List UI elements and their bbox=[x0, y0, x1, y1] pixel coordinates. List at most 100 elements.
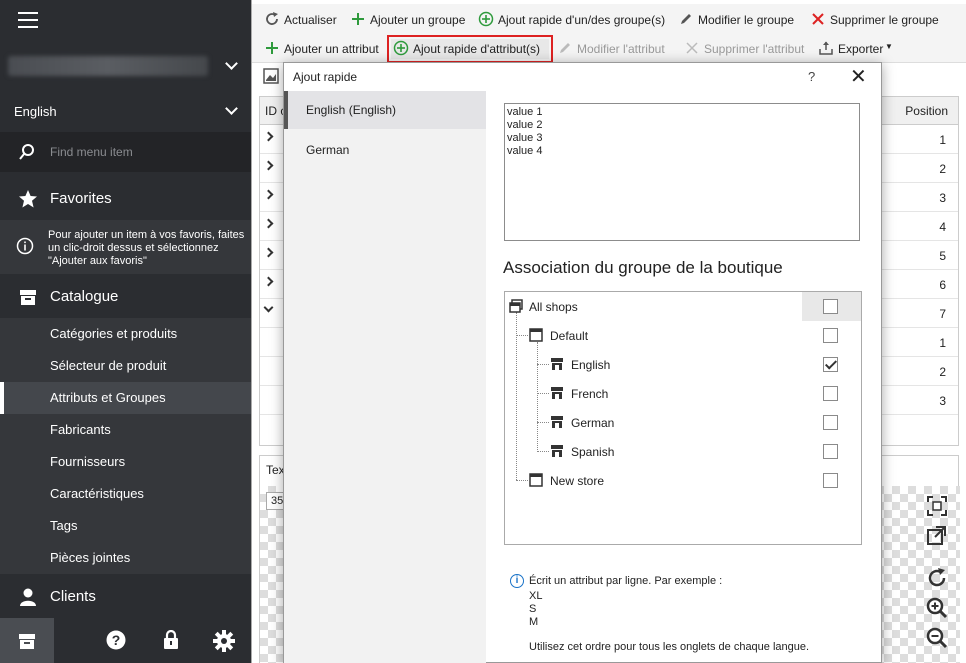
delete-attribute-button[interactable]: Supprimer l'attribut bbox=[682, 39, 812, 59]
chevron-down-icon bbox=[225, 102, 238, 115]
edit-group-button[interactable]: Modifier le groupe bbox=[676, 10, 806, 30]
sidebar-item-label: Catégories et produits bbox=[50, 326, 178, 341]
shop-icon bbox=[551, 416, 563, 428]
search-input[interactable]: Find menu item bbox=[50, 145, 133, 159]
sidebar-item-features[interactable]: Caractéristiques bbox=[0, 478, 251, 510]
tree-node-french[interactable]: French bbox=[505, 379, 861, 408]
dialog-help-button[interactable]: ? bbox=[808, 69, 815, 84]
tree-node-spanish[interactable]: Spanish bbox=[505, 437, 861, 466]
delete-group-button[interactable]: Supprimer le groupe bbox=[808, 10, 948, 30]
shop-icon bbox=[551, 387, 563, 399]
sidebar-item-attachments[interactable]: Pièces jointes bbox=[0, 542, 251, 574]
sidebar-favorites[interactable]: Favorites bbox=[0, 178, 251, 220]
hamburger-menu-icon[interactable] bbox=[18, 12, 38, 28]
tree-node-new-store[interactable]: New store bbox=[505, 466, 861, 495]
sidebar-catalog[interactable]: Catalogue bbox=[0, 276, 251, 318]
dialog-close-button[interactable]: ✕ bbox=[850, 64, 867, 89]
zoom-out-icon[interactable] bbox=[925, 626, 949, 650]
sidebar-item-product-selector[interactable]: Sélecteur de produit bbox=[0, 350, 251, 382]
image-icon[interactable] bbox=[263, 68, 279, 84]
lock-icon bbox=[164, 630, 178, 649]
expand-chevron-icon[interactable] bbox=[263, 131, 274, 142]
checkbox-french[interactable] bbox=[823, 386, 838, 401]
expand-chevron-icon[interactable] bbox=[263, 218, 274, 229]
sidebar-item-suppliers[interactable]: Fournisseurs bbox=[0, 446, 251, 478]
chevron-down-icon bbox=[225, 57, 238, 70]
fit-screen-icon[interactable] bbox=[925, 494, 949, 518]
settings-button[interactable] bbox=[197, 618, 251, 663]
quick-add-group-button[interactable]: Ajout rapide d'un/des groupe(s) bbox=[476, 10, 672, 30]
row-position: 2 bbox=[939, 365, 946, 379]
delete-attribute-label: Supprimer l'attribut bbox=[704, 42, 805, 56]
row-position: 5 bbox=[939, 249, 946, 263]
values-textarea[interactable]: value 1 value 2 value 3 value 4 bbox=[504, 103, 860, 241]
row-position: 1 bbox=[939, 133, 946, 147]
export-button[interactable]: Exporter ▼ bbox=[816, 39, 896, 59]
info-icon bbox=[16, 237, 34, 255]
sidebar-item-label: Attributs et Groupes bbox=[50, 390, 166, 405]
toolbar-groups: Actualiser Ajouter un groupe Ajout rapid… bbox=[252, 4, 966, 34]
checkbox-all-shops[interactable] bbox=[823, 299, 838, 314]
store-icon bbox=[19, 634, 35, 649]
tree-node-default[interactable]: Default bbox=[505, 321, 861, 350]
dropdown-arrow-icon: ▼ bbox=[885, 42, 893, 51]
checkbox-default[interactable] bbox=[823, 328, 838, 343]
tree-node-english[interactable]: English bbox=[505, 350, 861, 379]
favorites-tip: Pour ajouter un item à vos favoris, fait… bbox=[0, 220, 251, 274]
tab-label: English (English) bbox=[306, 103, 397, 117]
info-icon: i bbox=[510, 574, 524, 588]
store-button[interactable] bbox=[0, 618, 54, 663]
checkbox-english[interactable] bbox=[823, 357, 838, 372]
checkbox-new-store[interactable] bbox=[823, 473, 838, 488]
tab-label: German bbox=[306, 143, 350, 157]
refresh-label: Actualiser bbox=[284, 13, 337, 27]
tab-language-german[interactable]: German bbox=[284, 131, 486, 169]
dialog-titlebar: Ajout rapide ? ✕ bbox=[284, 63, 881, 91]
checkbox-spanish[interactable] bbox=[823, 444, 838, 459]
export-icon bbox=[819, 41, 833, 55]
expand-chevron-icon[interactable] bbox=[263, 247, 274, 258]
tree-node-label: German bbox=[571, 416, 615, 430]
expand-chevron-icon[interactable] bbox=[263, 276, 274, 287]
edit-attribute-button[interactable]: Modifier l'attribut bbox=[555, 39, 677, 59]
add-attribute-button[interactable]: Ajouter un attribut bbox=[262, 39, 384, 59]
tree-node-all-shops[interactable]: All shops bbox=[505, 292, 861, 321]
sidebar-item-tags[interactable]: Tags bbox=[0, 510, 251, 542]
help-example: M bbox=[529, 616, 539, 628]
refresh-button[interactable]: Actualiser bbox=[262, 10, 342, 30]
sidebar-clients[interactable]: Clients bbox=[0, 576, 251, 618]
expand-chevron-icon[interactable] bbox=[263, 160, 274, 171]
plus-circle-icon bbox=[393, 40, 409, 56]
language-selector[interactable]: English bbox=[0, 96, 251, 126]
quick-add-attribute-button[interactable]: Ajout rapide d'attribut(s) bbox=[387, 35, 553, 63]
open-external-icon[interactable] bbox=[925, 524, 949, 548]
tab-language-english[interactable]: English (English) bbox=[284, 91, 486, 129]
bottom-tab[interactable]: Tex bbox=[266, 463, 285, 477]
sidebar-item-attributes-groups[interactable]: Attributs et Groupes bbox=[0, 382, 251, 414]
sidebar-item-label: Sélecteur de produit bbox=[50, 358, 167, 373]
catalog-box-icon bbox=[20, 290, 36, 305]
sidebar-item-manufacturers[interactable]: Fabricants bbox=[0, 414, 251, 446]
quick-add-attribute-label: Ajout rapide d'attribut(s) bbox=[413, 42, 541, 56]
add-group-button[interactable]: Ajouter un groupe bbox=[348, 10, 470, 30]
collapse-chevron-icon[interactable] bbox=[263, 302, 274, 313]
store-selector[interactable] bbox=[0, 44, 251, 90]
column-position-header[interactable]: Position bbox=[905, 104, 948, 118]
zoom-in-icon[interactable] bbox=[925, 596, 949, 620]
menu-search[interactable]: Find menu item bbox=[0, 132, 251, 172]
row-position: 3 bbox=[939, 394, 946, 408]
shop-association-tree: All shops Default English French German … bbox=[504, 291, 862, 545]
expand-chevron-icon[interactable] bbox=[263, 189, 274, 200]
checkbox-german[interactable] bbox=[823, 415, 838, 430]
lock-button[interactable] bbox=[144, 618, 198, 663]
sidebar-item-categories-products[interactable]: Catégories et produits bbox=[0, 318, 251, 350]
row-position: 7 bbox=[939, 307, 946, 321]
plus-icon bbox=[352, 13, 364, 25]
delete-group-label: Supprimer le groupe bbox=[830, 13, 939, 27]
tree-node-german[interactable]: German bbox=[505, 408, 861, 437]
help-example: S bbox=[529, 603, 537, 615]
help-button[interactable]: ? bbox=[90, 618, 144, 663]
tree-node-label: English bbox=[571, 358, 611, 372]
rotate-icon[interactable] bbox=[925, 566, 949, 590]
value-line: value 2 bbox=[507, 119, 543, 131]
